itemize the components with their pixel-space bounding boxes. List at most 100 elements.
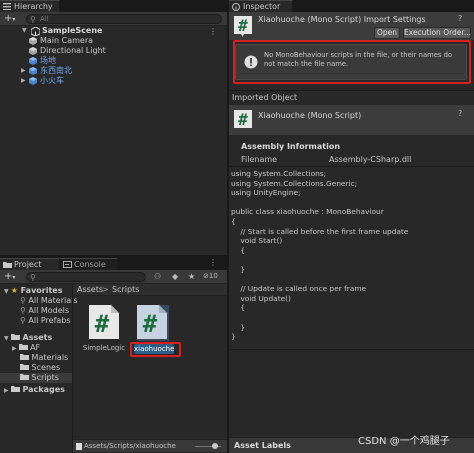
scene-menu-icon[interactable]: ⋮ — [209, 27, 217, 36]
hierarchy-item-main-camera[interactable]: Main Camera — [29, 36, 93, 46]
create-button[interactable]: +▾ — [4, 13, 20, 24]
tree-item-af[interactable]: ▶ AF — [12, 343, 40, 353]
breadcrumb-assets[interactable]: Assets — [77, 285, 103, 294]
help-icon[interactable]: ? — [458, 109, 462, 118]
unity-scene-icon — [31, 27, 40, 36]
code-line: } — [231, 332, 236, 342]
execution-order-button[interactable]: Execution Order... — [403, 27, 471, 39]
breadcrumb: Assets > Scripts — [73, 284, 227, 296]
code-line: { — [231, 245, 246, 255]
expand-arrow-icon: ▼ — [4, 335, 11, 342]
tab-inspector[interactable]: Inspector — [229, 0, 293, 12]
code-line: // Update is called once per frame — [231, 284, 367, 294]
assets-label: Assets — [22, 333, 53, 342]
tab-console[interactable]: Console — [60, 258, 118, 270]
folder-icon — [10, 334, 20, 340]
project-panel: Project Console ⋮ +▾ ⚲ ⚇ ◆ ★ ⊘10 ▼ ★ Fav… — [0, 258, 227, 453]
inspector-tabbar: Inspector — [229, 0, 474, 12]
folder-icon — [20, 364, 29, 370]
tab-hierarchy-label: Hierarchy — [14, 2, 53, 11]
expand-arrow-icon: ▼ — [4, 288, 11, 295]
hierarchy-item-xiaohuoche[interactable]: ▶ 小火车 — [21, 76, 64, 86]
divider — [229, 166, 474, 167]
hierarchy-item-changdi[interactable]: 场地 — [29, 56, 56, 66]
code-line: // Start is called before the first fram… — [231, 226, 409, 236]
expand-arrow-icon[interactable]: ▶ — [21, 66, 26, 76]
imported-object-label: Imported Object — [232, 93, 298, 102]
list-icon — [3, 3, 11, 10]
highlight-box — [130, 342, 181, 357]
search-icon: ⚲ — [20, 306, 26, 315]
tab-project[interactable]: Project — [0, 258, 60, 270]
open-button[interactable]: Open — [374, 27, 400, 39]
asset-labels[interactable]: Asset Labels — [234, 441, 291, 450]
tree-item-all-materials[interactable]: ⚲ All Materials — [20, 296, 78, 306]
folder-icon — [20, 374, 29, 380]
chevron-down-icon: ▾ — [12, 16, 16, 23]
scene-row[interactable]: ▼ SampleScene — [22, 26, 227, 36]
expand-arrow-icon: ▼ — [22, 27, 27, 34]
inspector-panel: Inspector # ▾ Xiaohuoche (Mono Script) I… — [229, 0, 474, 453]
expand-arrow-icon[interactable]: ▶ — [21, 76, 26, 86]
chevron-down-icon[interactable]: ▾ — [241, 32, 244, 39]
folder-icon — [18, 344, 28, 350]
tree-item-scenes[interactable]: Scenes — [20, 363, 60, 373]
watermark: CSDN @一个鸡腿子 — [358, 436, 450, 447]
prefab-icon — [29, 77, 37, 85]
folder-icon — [10, 386, 20, 392]
scene-name: SampleScene — [42, 26, 103, 35]
filter-type-icon[interactable]: ⚇ — [154, 272, 161, 281]
create-asset-button[interactable]: +▾ — [4, 271, 20, 282]
panel-splitter[interactable] — [0, 255, 227, 258]
hierarchy-search-input[interactable]: ⚲ All — [26, 14, 222, 24]
code-line: } — [231, 322, 246, 332]
panel-menu-icon[interactable]: ⋮ — [209, 258, 217, 267]
slider-handle[interactable] — [212, 443, 218, 449]
hidden-packages-button[interactable]: ⊘10 — [203, 272, 218, 280]
tree-item-all-models[interactable]: ⚲ All Models — [20, 306, 69, 316]
hidden-count: 10 — [208, 272, 218, 280]
filter-label-icon[interactable]: ◆ — [172, 272, 178, 281]
prefab-icon — [29, 57, 37, 65]
tree-assets[interactable]: ▼ Assets — [4, 333, 52, 343]
item-label: 东西南北 — [40, 66, 72, 75]
file-simplelogic[interactable]: # — [89, 305, 121, 341]
chevron-down-icon: ▾ — [12, 274, 16, 281]
tree-label: All Models — [28, 306, 70, 315]
divider — [72, 284, 73, 453]
folder-icon — [20, 354, 29, 360]
inspector-header: # ▾ Xiaohuoche (Mono Script) Import Sett… — [229, 12, 474, 40]
tab-hierarchy[interactable]: Hierarchy — [0, 0, 60, 12]
help-icon[interactable]: ? — [458, 14, 462, 23]
prefab-icon — [29, 67, 37, 75]
project-statusbar: Assets/Scripts/xiaohuoche — [73, 439, 227, 452]
tree-item-materials[interactable]: Materials — [20, 353, 68, 363]
tree-packages[interactable]: ▶ Packages — [4, 385, 65, 395]
tree-label: Materials — [31, 353, 69, 362]
imported-object-header: # Xiaohuoche (Mono Script) ? — [229, 105, 474, 135]
tree-favorites[interactable]: ▼ ★ Favorites — [4, 286, 62, 296]
hierarchy-item-directional-light[interactable]: Directional Light — [29, 46, 106, 56]
panel-splitter[interactable] — [227, 0, 229, 453]
tree-label: AF — [30, 343, 41, 352]
tree-label: Scenes — [31, 363, 61, 372]
file-xiaohuoche[interactable]: # — [137, 305, 169, 341]
code-line: { — [231, 303, 246, 313]
code-line: public class xiaohuoche : MonoBehaviour — [231, 207, 384, 217]
tree-item-all-prefabs[interactable]: ⚲ All Prefabs — [20, 316, 71, 326]
tab-console-label: Console — [74, 260, 106, 269]
gameobject-icon — [29, 37, 37, 45]
divider — [229, 90, 474, 91]
item-label: Directional Light — [40, 46, 106, 55]
hierarchy-item-dongxinanbei[interactable]: ▶ 东西南北 — [21, 66, 72, 76]
favorite-star-icon[interactable]: ★ — [188, 272, 195, 281]
project-search-input[interactable]: ⚲ — [26, 272, 146, 282]
file-label-simplelogic: SimpleLogic — [82, 344, 126, 352]
highlight-box — [233, 40, 471, 84]
tab-inspector-label: Inspector — [243, 2, 281, 11]
breadcrumb-scripts[interactable]: Scripts — [112, 285, 139, 294]
tree-item-scripts[interactable]: Scripts — [0, 373, 72, 383]
hierarchy-toolbar: +▾ ⚲ All — [0, 12, 227, 26]
